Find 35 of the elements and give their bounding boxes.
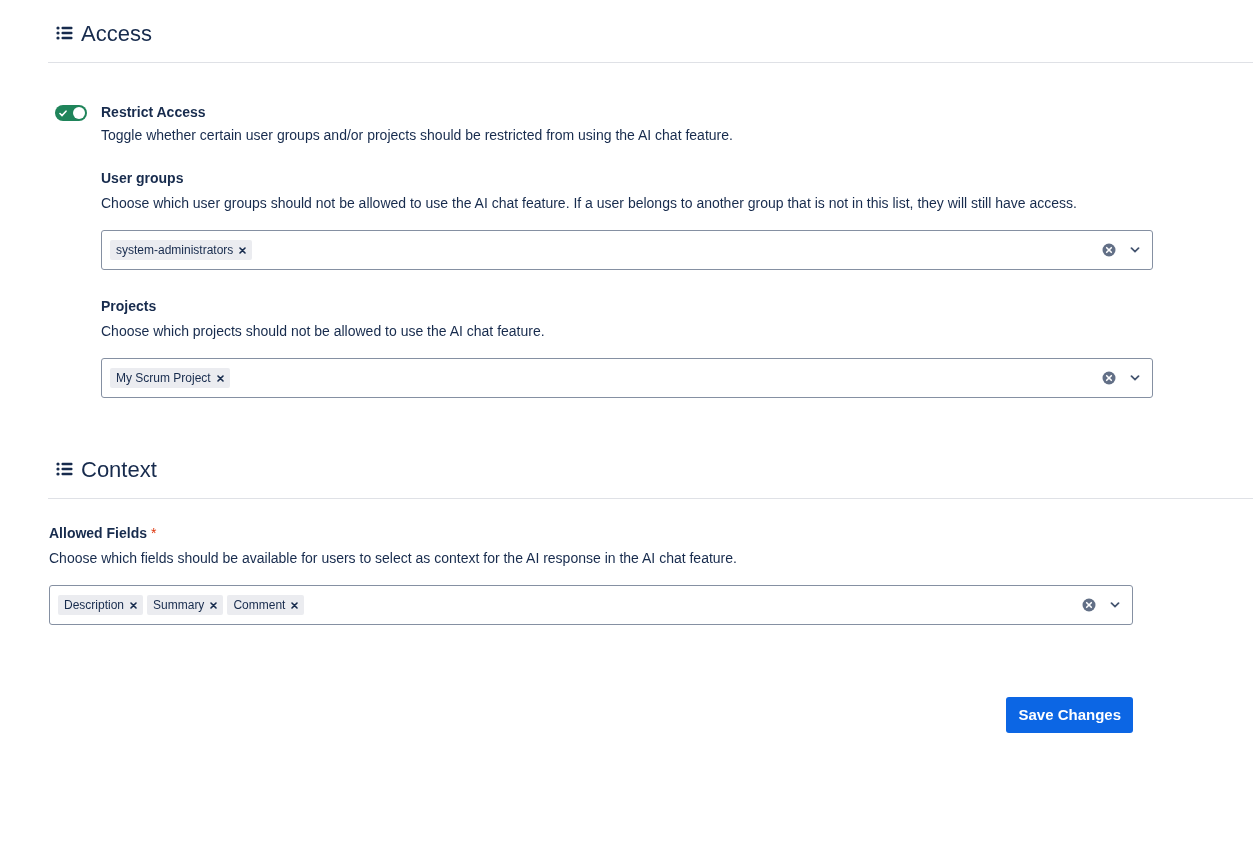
multi-select-field[interactable]: Description Summary Comment [49, 585, 1133, 625]
field-label: User groups [101, 169, 184, 188]
field-description: Choose which fields should be available for users to select as context for the AI response in the AI chat feature. [49, 549, 738, 568]
remove-icon[interactable] [239, 246, 247, 254]
chevron-down-icon[interactable] [1110, 602, 1120, 608]
save-changes-button[interactable]: Save Changes [1006, 697, 1133, 733]
tag: My Scrum Project [110, 368, 230, 388]
required-mark: * [151, 524, 157, 543]
toggle-switch[interactable] [55, 105, 87, 121]
section-heading: Context [81, 455, 157, 484]
toggle-description: Toggle whether certain user groups and/or projects should be restricted from using the AI chat feature. [101, 126, 734, 145]
remove-icon[interactable] [210, 601, 218, 609]
field-description: Choose which projects should not be allowed to use the AI chat feature. [101, 322, 546, 341]
field-description: Choose which user groups should not be allowed to use the AI chat feature. If a user belongs to another group that is not in this list, they will still have access. [101, 194, 1078, 213]
list-icon [56, 26, 73, 40]
remove-icon[interactable] [130, 601, 138, 609]
clear-icon[interactable] [1082, 598, 1096, 612]
remove-icon[interactable] [216, 374, 224, 382]
check-icon [59, 109, 67, 117]
remove-icon[interactable] [291, 601, 299, 609]
chevron-down-icon[interactable] [1130, 375, 1140, 381]
toggle-label: Restrict Access [101, 103, 207, 121]
tag: Comment [227, 595, 305, 615]
tag: system-administrators [110, 240, 253, 260]
multi-select-field[interactable]: My Scrum Project [101, 358, 1153, 398]
clear-icon[interactable] [1102, 371, 1116, 385]
field-label: Projects [101, 297, 157, 316]
tag: Summary [147, 595, 224, 615]
tag: Description [58, 595, 144, 615]
field-label: Allowed Fields [49, 524, 147, 543]
multi-select-field[interactable]: system-administrators [101, 230, 1153, 270]
chevron-down-icon[interactable] [1130, 247, 1140, 253]
clear-icon[interactable] [1102, 243, 1116, 257]
section-heading: Access [81, 19, 152, 48]
list-icon [56, 462, 73, 476]
